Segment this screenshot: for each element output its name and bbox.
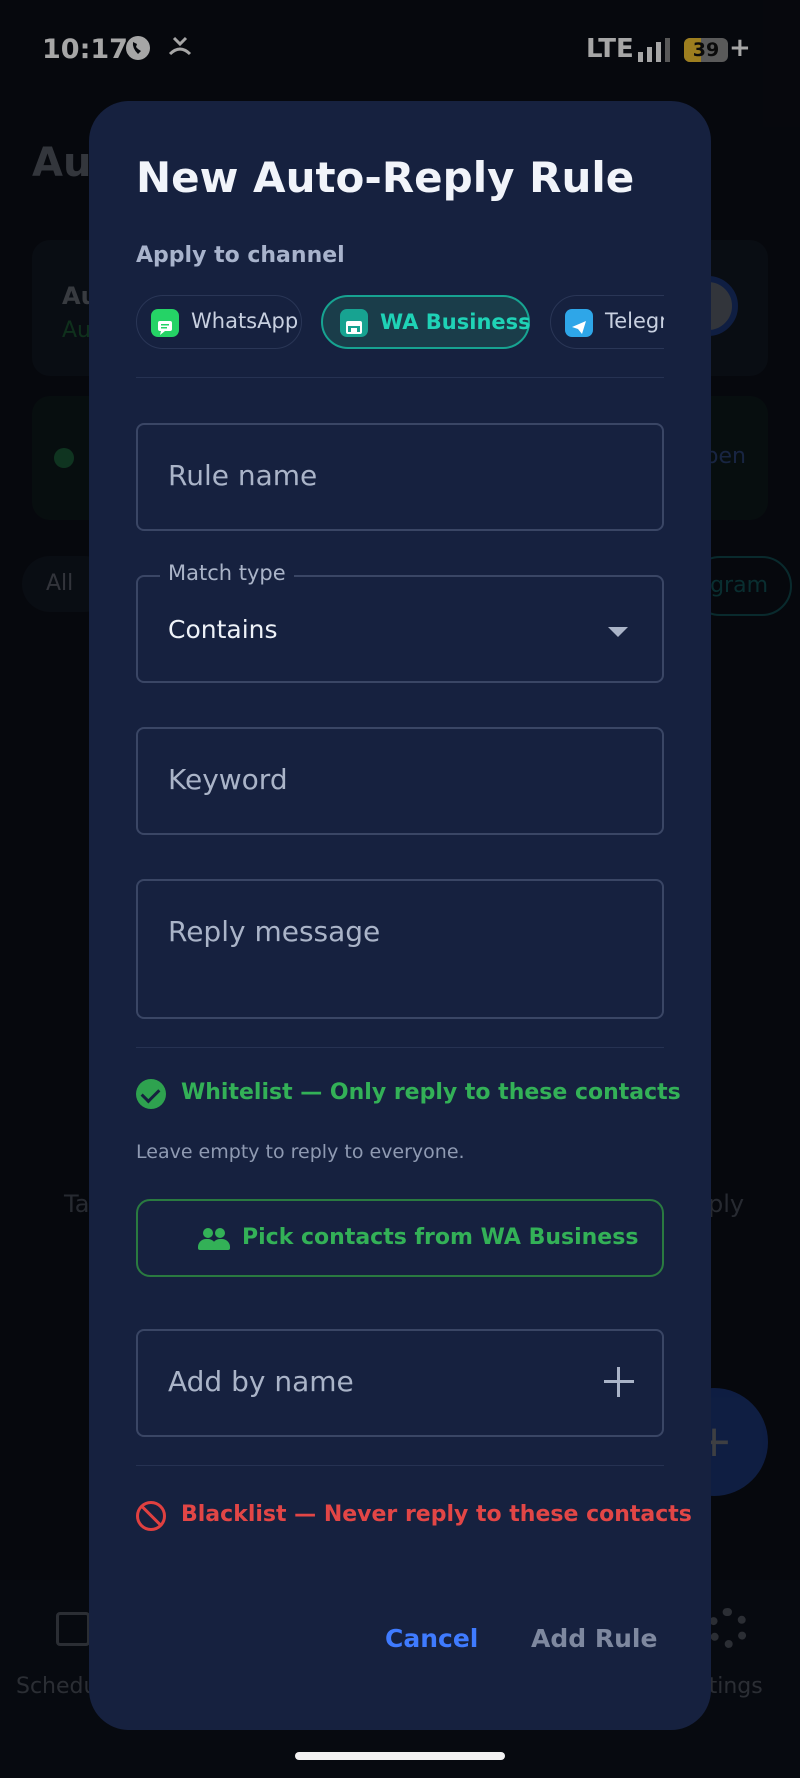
whitelist-title: Whitelist — Only reply to these contacts <box>181 1080 681 1105</box>
match-type-label: Match type <box>160 561 294 585</box>
divider <box>136 1465 664 1466</box>
plus-icon[interactable] <box>604 1367 634 1397</box>
keyword-placeholder: Keyword <box>168 763 288 796</box>
whitelist-header: Whitelist — Only reply to these contacts <box>136 1077 696 1111</box>
whatsapp-icon <box>151 309 179 337</box>
divider <box>136 1047 664 1048</box>
channel-chip-row[interactable]: WhatsApp WA Business Telegram <box>136 295 664 351</box>
reply-message-field[interactable]: Reply message <box>136 879 664 1019</box>
reply-message-placeholder: Reply message <box>168 915 381 948</box>
match-type-select[interactable]: Match type Contains <box>136 561 664 683</box>
channel-chip-whatsapp[interactable]: WhatsApp <box>136 295 302 349</box>
add-by-name-field[interactable]: Add by name <box>136 1329 664 1437</box>
wa-business-icon <box>340 309 368 337</box>
add-by-name-placeholder: Add by name <box>168 1365 354 1398</box>
pick-contacts-label: Pick contacts from WA Business <box>242 1225 639 1250</box>
channel-chip-label: Telegram <box>605 309 664 333</box>
add-rule-button[interactable]: Add Rule <box>531 1624 657 1653</box>
cancel-button[interactable]: Cancel <box>385 1624 478 1653</box>
pick-contacts-button[interactable]: Pick contacts from WA Business <box>136 1199 664 1277</box>
channel-chip-wa-business[interactable]: WA Business <box>321 295 531 349</box>
whitelist-hint: Leave empty to reply to everyone. <box>136 1141 465 1163</box>
people-icon <box>198 1228 230 1250</box>
channel-chip-telegram[interactable]: Telegram <box>550 295 664 349</box>
divider <box>136 377 664 378</box>
dialog-title: New Auto-Reply Rule <box>136 153 635 202</box>
telegram-icon <box>565 309 593 337</box>
rule-name-placeholder: Rule name <box>168 459 318 492</box>
dropdown-arrow-icon <box>608 627 628 637</box>
rule-name-field[interactable]: Rule name <box>136 423 664 531</box>
blacklist-header: Blacklist — Never reply to these contact… <box>136 1499 696 1533</box>
match-type-value: Contains <box>168 615 278 644</box>
channel-chip-label: WhatsApp <box>191 309 299 333</box>
channel-chip-label: WA Business <box>380 310 531 334</box>
block-icon <box>136 1501 166 1531</box>
new-rule-dialog: New Auto-Reply Rule Apply to channel Wha… <box>89 101 711 1730</box>
home-indicator[interactable] <box>295 1752 505 1760</box>
check-circle-icon <box>136 1079 166 1109</box>
channel-section-label: Apply to channel <box>136 243 345 268</box>
keyword-field[interactable]: Keyword <box>136 727 664 835</box>
blacklist-title: Blacklist — Never reply to these contact… <box>181 1502 692 1527</box>
